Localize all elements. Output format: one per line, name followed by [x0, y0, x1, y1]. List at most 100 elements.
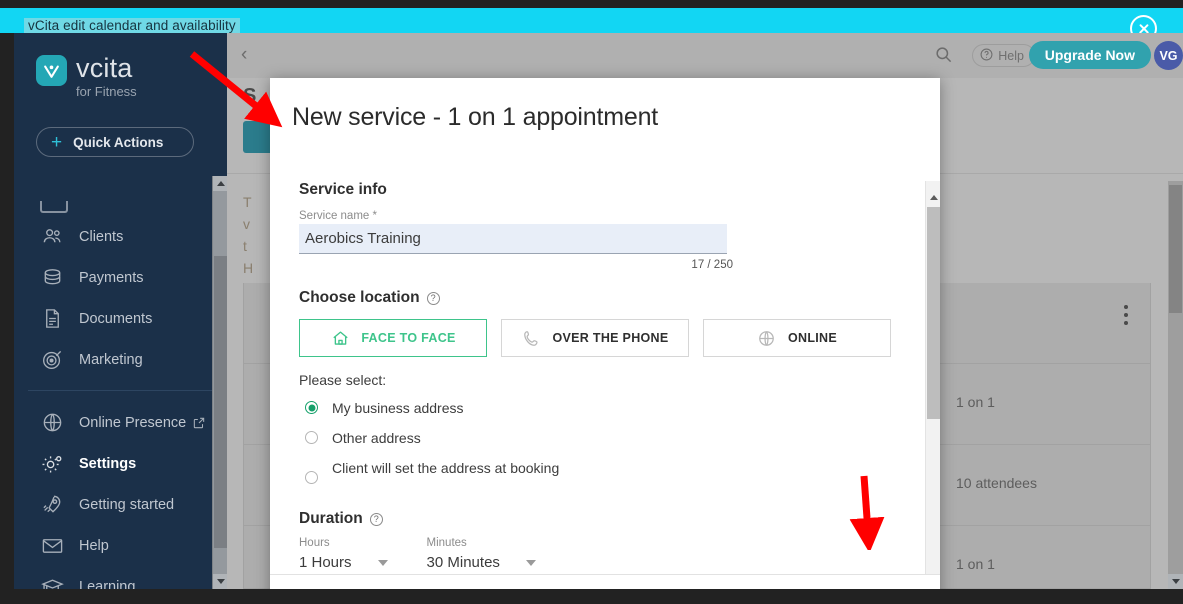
sidebar-item-learning[interactable]: Learning — [14, 566, 227, 589]
table-cell: 10 attendees — [956, 475, 1037, 491]
service-name-label: Service name * — [299, 210, 377, 222]
sidebar-item-marketing[interactable]: Marketing — [14, 339, 227, 380]
dialog-title: New service - 1 on 1 appointment — [292, 103, 659, 131]
sidebar-item-settings[interactable]: Settings — [14, 443, 227, 484]
scroll-down-arrow-icon[interactable] — [1168, 574, 1183, 589]
question-circle-icon — [980, 48, 993, 64]
service-info-heading: Service info — [299, 181, 925, 199]
location-option-label: OVER THE PHONE — [552, 331, 669, 345]
radio-label: Client will set the address at booking — [332, 460, 560, 476]
minutes-label: Minutes — [426, 537, 467, 549]
sidebar-nav: Clients Payments Documents Marketing Onl… — [14, 216, 227, 589]
avatar-initials: VG — [1159, 48, 1178, 63]
sidebar-item-label: Learning — [79, 578, 136, 590]
radio-client-sets-address[interactable]: Client will set the address at booking — [299, 459, 925, 484]
sidebar-item-clients[interactable]: Clients — [14, 216, 227, 257]
sidebar-item-label: Documents — [79, 310, 153, 327]
choose-location-heading-text: Choose location — [299, 289, 420, 306]
quick-actions-button[interactable]: + Quick Actions — [36, 127, 194, 157]
location-option-online[interactable]: ONLINE — [703, 319, 891, 357]
documents-icon — [40, 306, 65, 331]
radio-icon[interactable] — [305, 471, 318, 484]
service-name-input[interactable] — [299, 224, 727, 254]
chevron-down-icon[interactable] — [525, 559, 536, 566]
please-select-label: Please select: — [299, 372, 387, 388]
brand-logo: vcita for Fitness — [36, 55, 137, 101]
sidebar: vcita for Fitness + Quick Actions Client… — [14, 33, 227, 589]
dialog-body: Service info Service name * 17 / 250 Cho… — [270, 181, 940, 589]
radio-label: My business address — [332, 400, 464, 416]
question-circle-icon[interactable]: ? — [426, 291, 440, 305]
globe-icon — [757, 328, 777, 348]
minutes-value: 30 Minutes — [426, 554, 500, 571]
scroll-up-arrow-icon[interactable] — [213, 176, 227, 191]
location-options: FACE TO FACE OVER THE PHONE ONLINE — [299, 319, 925, 357]
hours-label: Hours — [299, 537, 330, 549]
marketing-icon — [40, 347, 65, 372]
page-title: S — [243, 85, 257, 107]
rocket-icon — [40, 492, 65, 517]
clients-icon — [40, 224, 65, 249]
phone-icon — [521, 328, 541, 348]
sidebar-item-label: Payments — [79, 269, 144, 286]
plus-icon: + — [51, 131, 63, 153]
dialog-footer: CANCEL ADVANCED CREATE — [270, 574, 940, 589]
sidebar-scrollbar[interactable] — [212, 176, 227, 589]
location-option-face-to-face[interactable]: FACE TO FACE — [299, 319, 487, 357]
radio-icon-selected[interactable] — [305, 401, 318, 414]
globe-icon — [40, 410, 65, 435]
scrollbar-thumb[interactable] — [1169, 185, 1182, 313]
chevron-down-icon[interactable] — [377, 559, 388, 566]
chevron-left-icon[interactable]: ‹ — [241, 44, 247, 66]
upgrade-now-button[interactable]: Upgrade Now — [1028, 41, 1151, 69]
sidebar-item-help[interactable]: Help — [14, 525, 227, 566]
sidebar-divider — [28, 390, 213, 391]
location-option-label: ONLINE — [787, 331, 838, 345]
help-button[interactable]: Help — [972, 44, 1035, 67]
help-label: Help — [998, 48, 1024, 63]
table-cell: 1 on 1 — [956, 556, 995, 572]
app-window: vcita for Fitness + Quick Actions Client… — [14, 33, 1183, 589]
sidebar-item-getting-started[interactable]: Getting started — [14, 484, 227, 525]
location-option-label: FACE TO FACE — [361, 331, 456, 345]
radio-icon[interactable] — [305, 431, 318, 444]
screen: vCita edit calendar and availability vci… — [0, 0, 1183, 604]
sidebar-item-label: Clients — [79, 228, 124, 245]
row-menu-icon[interactable] — [1124, 305, 1128, 329]
graduation-cap-icon — [40, 574, 65, 589]
sidebar-item-label: Online Presence — [79, 414, 187, 431]
scrollbar-thumb[interactable] — [214, 256, 227, 548]
radio-other-address[interactable]: Other address — [299, 429, 925, 448]
sidebar-item-online-presence[interactable]: Online Presence — [14, 402, 227, 443]
page-header: ‹ Help Upgrade Now VG — [227, 33, 1183, 78]
character-counter: 17 / 250 — [691, 259, 733, 271]
duration-minutes: Minutes 30 Minutes — [427, 537, 536, 571]
duration-selectors: Hours 1 Hours Minutes 30 Minutes — [299, 537, 925, 571]
minutes-select[interactable]: 30 Minutes — [427, 554, 536, 571]
sidebar-item-payments[interactable]: Payments — [14, 257, 227, 298]
sidebar-item-label: Marketing — [79, 351, 143, 368]
table-cell: 1 on 1 — [956, 394, 995, 410]
avatar[interactable]: VG — [1154, 41, 1183, 70]
scrollbar-thumb[interactable] — [927, 207, 940, 419]
nav-item-partial[interactable] — [40, 201, 68, 213]
radio-my-business-address[interactable]: My business address — [299, 399, 925, 418]
hours-value: 1 Hours — [299, 554, 352, 571]
hours-select[interactable]: 1 Hours — [299, 554, 388, 571]
duration-hours: Hours 1 Hours — [299, 537, 388, 571]
brand-name: vcita — [76, 53, 133, 83]
upgrade-label: Upgrade Now — [1044, 47, 1135, 63]
sidebar-item-label: Getting started — [79, 496, 175, 513]
home-icon — [330, 328, 350, 348]
sidebar-item-documents[interactable]: Documents — [14, 298, 227, 339]
gear-icon — [40, 451, 65, 476]
page-scrollbar[interactable] — [1168, 181, 1183, 589]
search-icon[interactable] — [934, 45, 953, 69]
location-option-over-the-phone[interactable]: OVER THE PHONE — [501, 319, 689, 357]
radio-label: Other address — [332, 430, 421, 446]
dialog-scrollbar[interactable] — [925, 181, 940, 589]
scroll-down-arrow-icon[interactable] — [213, 574, 227, 589]
question-circle-icon[interactable]: ? — [369, 512, 383, 526]
envelope-icon — [40, 533, 65, 558]
scroll-up-arrow-icon[interactable] — [926, 190, 940, 205]
